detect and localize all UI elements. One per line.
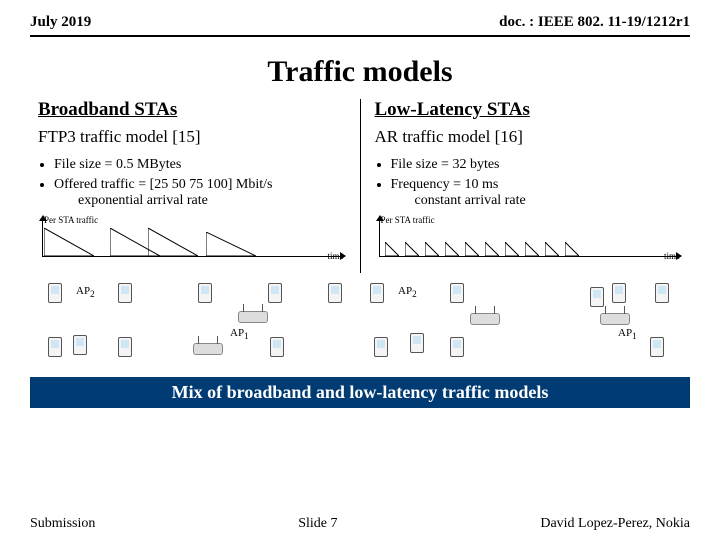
device-icon [73, 335, 87, 355]
traffic-triangle-icon [545, 242, 559, 256]
access-point-icon [193, 343, 223, 355]
axis-x [42, 256, 342, 257]
lowlatency-heading: Low-Latency STAs [375, 99, 683, 121]
device-icon [48, 283, 62, 303]
device-icon [655, 283, 669, 303]
broadband-bullet-2-line1: Offered traffic = [25 50 75 100] Mbit/s [54, 177, 273, 192]
traffic-triangle-icon [405, 242, 419, 256]
broadband-bullet-2: Offered traffic = [25 50 75 100] Mbit/s … [54, 177, 346, 209]
column-broadband: Broadband STAs FTP3 traffic model [15] F… [38, 99, 361, 273]
footer-left: Submission [30, 516, 95, 532]
lowlatency-model: AR traffic model [16] [375, 127, 683, 147]
traffic-triangle-icon [445, 242, 459, 256]
slide-footer: Submission Slide 7 David Lopez-Perez, No… [30, 516, 690, 532]
device-icon [374, 337, 388, 357]
device-icon [590, 287, 604, 307]
device-icon [270, 337, 284, 357]
device-icon [450, 283, 464, 303]
broadband-bullets: File size = 0.5 MBytes Offered traffic =… [38, 157, 346, 209]
lowlatency-bullets: File size = 32 bytes Frequency = 10 ms c… [375, 157, 683, 209]
content-columns: Broadband STAs FTP3 traffic model [15] F… [0, 99, 720, 273]
device-icon [268, 283, 282, 303]
network-right: AP2 AP1 [360, 277, 682, 371]
device-icon [450, 337, 464, 357]
access-point-icon [238, 311, 268, 323]
network-left: AP2 AP1 [38, 277, 360, 371]
access-point-icon [600, 313, 630, 325]
footer-center: Slide 7 [298, 516, 337, 532]
column-lowlatency: Low-Latency STAs AR traffic model [16] F… [361, 99, 683, 273]
mix-banner: Mix of broadband and low-latency traffic… [30, 377, 690, 408]
traffic-triangle-icon [385, 242, 399, 256]
traffic-triangle-icon [206, 232, 256, 256]
network-diagram: AP2 AP1 AP2 AP1 [38, 277, 682, 371]
device-icon [650, 337, 664, 357]
device-icon [328, 283, 342, 303]
header-date: July 2019 [30, 14, 91, 31]
device-icon [198, 283, 212, 303]
plot-x-label: time [328, 251, 344, 261]
ap1-label: AP1 [230, 327, 249, 341]
axis-x [379, 256, 679, 257]
broadband-heading: Broadband STAs [38, 99, 346, 121]
access-point-icon [470, 313, 500, 325]
slide-header: July 2019 doc. : IEEE 802. 11-19/1212r1 [30, 0, 690, 37]
arrow-up-icon [39, 215, 47, 221]
traffic-triangle-icon [525, 242, 539, 256]
broadband-model: FTP3 traffic model [15] [38, 127, 346, 147]
lowlatency-plot: Per STA traffic time [375, 215, 683, 273]
device-icon [410, 333, 424, 353]
lowlatency-bullet-2-line1: Frequency = 10 ms [391, 177, 499, 192]
lowlatency-bullet-2: Frequency = 10 ms constant arrival rate [391, 177, 683, 209]
traffic-triangle-icon [148, 228, 198, 256]
broadband-bullet-2-line2: exponential arrival rate [78, 193, 346, 209]
axis-y [42, 219, 43, 257]
broadband-plot: Per STA traffic time [38, 215, 346, 273]
device-icon [118, 283, 132, 303]
axis-y [379, 219, 380, 257]
lowlatency-bullet-2-line2: constant arrival rate [415, 193, 683, 209]
header-doc: doc. : IEEE 802. 11-19/1212r1 [499, 14, 690, 31]
slide-title: Traffic models [0, 55, 720, 89]
footer-right: David Lopez-Perez, Nokia [540, 516, 690, 532]
device-icon [48, 337, 62, 357]
plot-x-label: time [664, 251, 680, 261]
traffic-triangle-icon [485, 242, 499, 256]
device-icon [370, 283, 384, 303]
traffic-triangle-icon [565, 242, 579, 256]
lowlatency-bullet-1: File size = 32 bytes [391, 157, 683, 173]
plot-y-label: Per STA traffic [381, 215, 435, 225]
arrow-up-icon [376, 215, 384, 221]
traffic-triangle-icon [425, 242, 439, 256]
plot-y-label: Per STA traffic [44, 215, 98, 225]
ap1-label: AP1 [618, 327, 637, 341]
traffic-triangle-icon [465, 242, 479, 256]
ap2-label: AP2 [76, 285, 95, 299]
traffic-triangle-icon [44, 228, 94, 256]
ap2-label: AP2 [398, 285, 417, 299]
device-icon [612, 283, 626, 303]
device-icon [118, 337, 132, 357]
traffic-triangle-icon [505, 242, 519, 256]
broadband-bullet-1: File size = 0.5 MBytes [54, 157, 346, 173]
